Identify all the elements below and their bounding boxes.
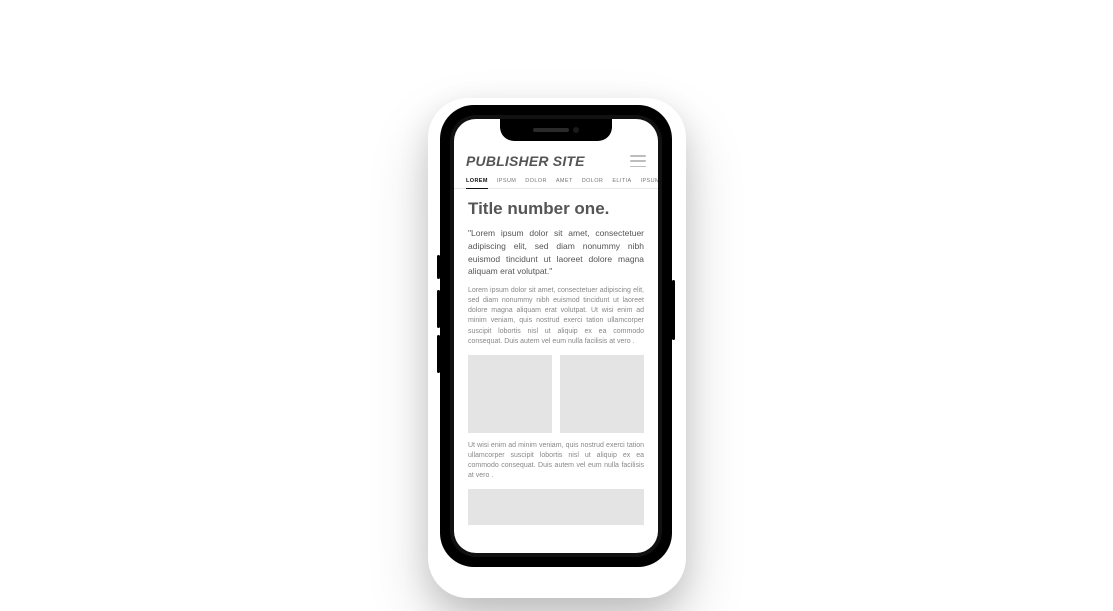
- power-button: [672, 280, 675, 340]
- volume-down-button: [437, 335, 440, 373]
- mute-switch: [437, 255, 440, 279]
- tab-ipsum-6[interactable]: IPSUM: [641, 175, 658, 188]
- speaker-icon: [533, 128, 569, 132]
- article-body-1: Lorem ipsum dolor sit amet, consectetuer…: [468, 286, 644, 347]
- camera-icon: [573, 127, 579, 133]
- site-header: PUBLISHER SITE: [454, 149, 658, 175]
- tab-dolor-2[interactable]: DOLOR: [525, 175, 547, 188]
- phone-inner: PUBLISHER SITE LOREM IPSUM DOLOR AMET DOLOR E…: [450, 115, 662, 557]
- article: Title number one. "Lorem ipsum dolor sit…: [454, 189, 658, 525]
- article-lead: "Lorem ipsum dolor sit amet, consectetue…: [468, 227, 644, 278]
- site-title: PUBLISHER SITE: [466, 153, 585, 169]
- image-placeholder: [468, 355, 552, 433]
- notch: [500, 119, 612, 141]
- tab-ipsum-1[interactable]: IPSUM: [497, 175, 516, 188]
- tab-dolor-4[interactable]: DOLOR: [582, 175, 604, 188]
- phone-frame: PUBLISHER SITE LOREM IPSUM DOLOR AMET DOLOR E…: [440, 105, 672, 567]
- screen: PUBLISHER SITE LOREM IPSUM DOLOR AMET DOLOR E…: [454, 119, 658, 553]
- image-placeholder-wide: [468, 489, 644, 525]
- article-title: Title number one.: [468, 199, 644, 219]
- volume-up-button: [437, 290, 440, 328]
- article-body-2: Ut wisi enim ad minim veniam, quis nostr…: [468, 441, 644, 482]
- page-content: PUBLISHER SITE LOREM IPSUM DOLOR AMET DOLOR E…: [454, 119, 658, 553]
- tab-lorem-0[interactable]: LOREM: [466, 175, 488, 188]
- image-row: [468, 355, 644, 433]
- menu-icon[interactable]: [630, 155, 646, 167]
- image-placeholder: [560, 355, 644, 433]
- tab-elitia-5[interactable]: ELITIA: [612, 175, 631, 188]
- tab-amet-3[interactable]: AMET: [556, 175, 573, 188]
- nav-tabs: LOREM IPSUM DOLOR AMET DOLOR ELITIA IPSUM: [454, 175, 658, 189]
